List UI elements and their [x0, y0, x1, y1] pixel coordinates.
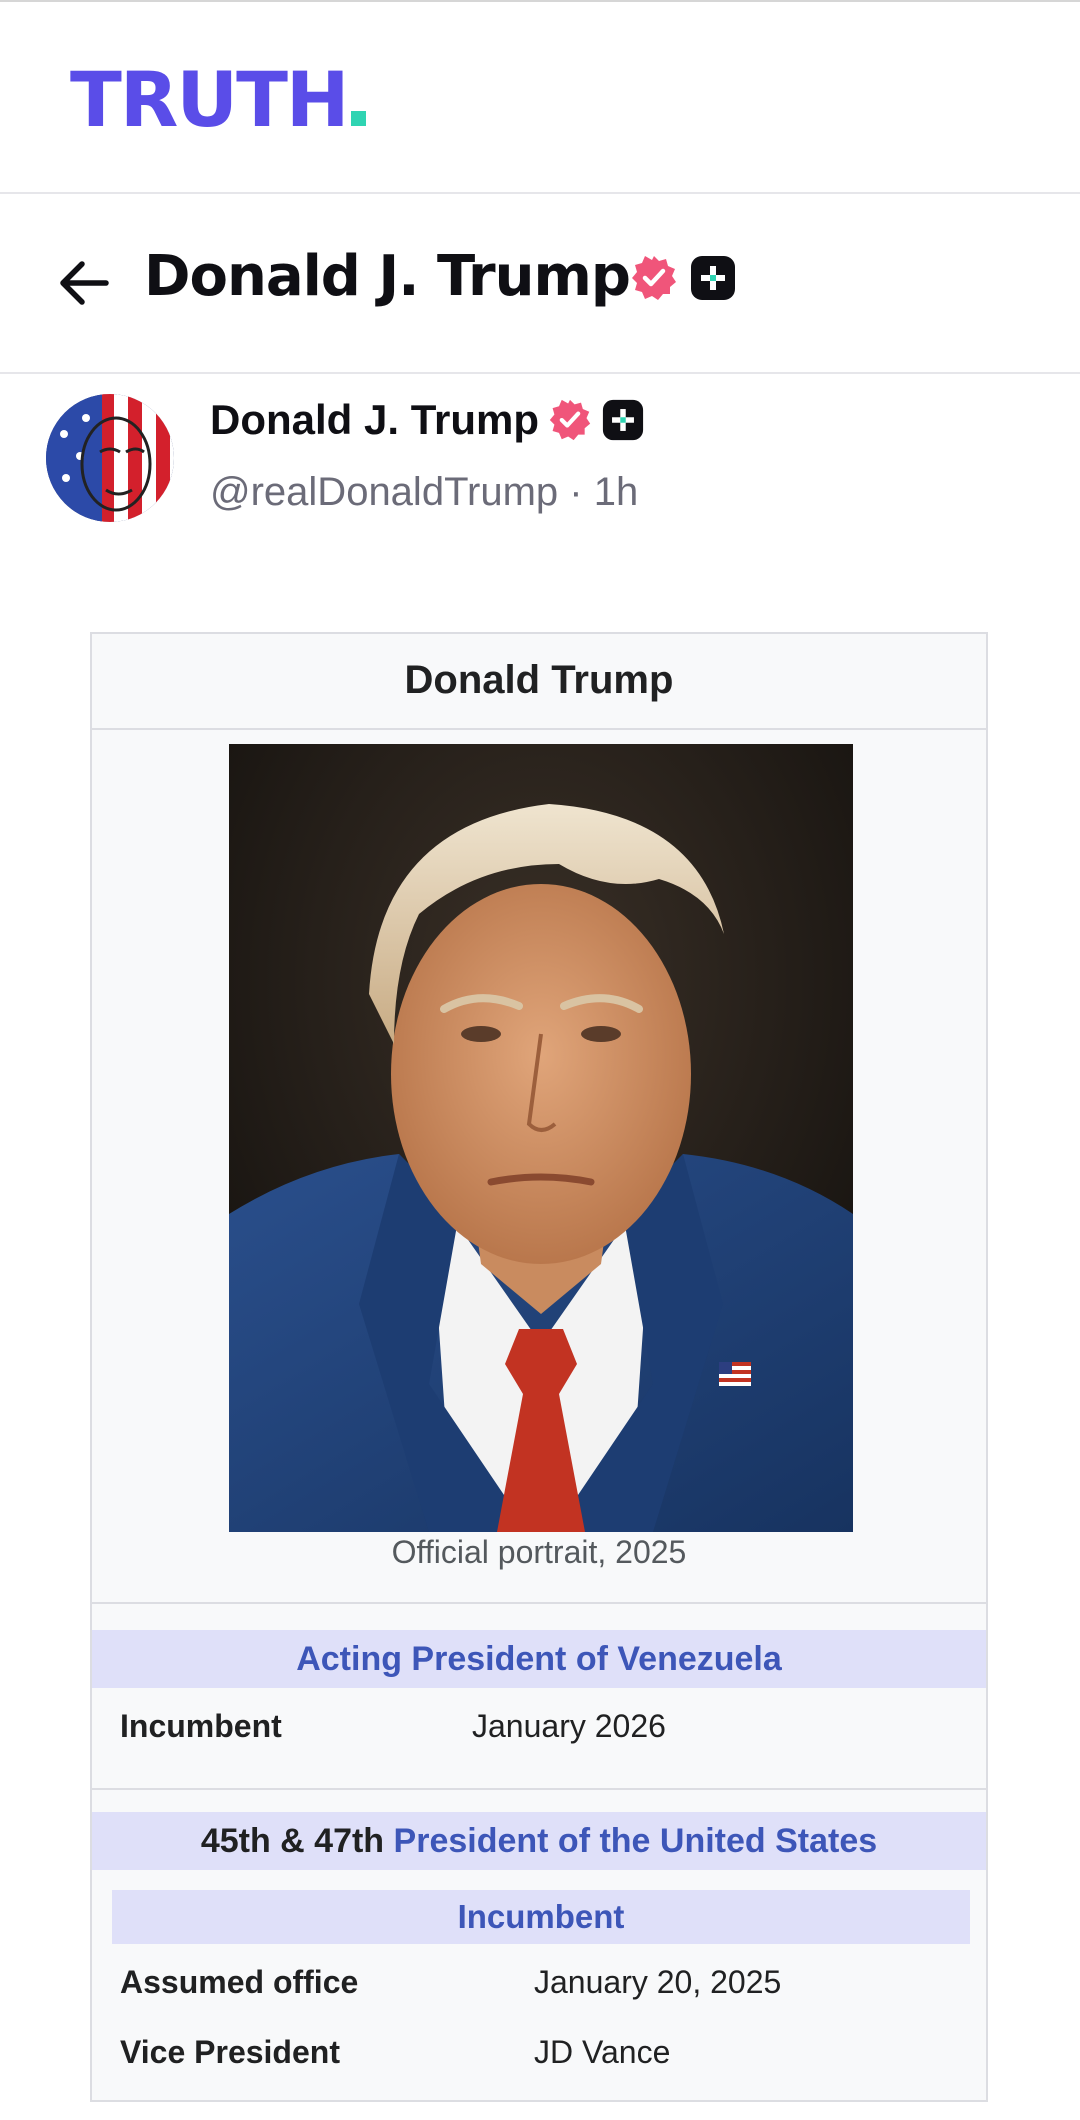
truth-logo[interactable]: TRUTH	[70, 62, 366, 138]
vice-president-label[interactable]: Vice President	[120, 2034, 340, 2071]
divider	[92, 1602, 986, 1604]
assumed-office-date: January 20, 2025	[534, 1964, 782, 2000]
divider	[92, 1788, 986, 1790]
infobox-title: Donald Trump	[92, 634, 986, 730]
incumbent-date: January 2026	[472, 1708, 666, 1744]
portrait-image	[229, 744, 853, 1532]
app-header: TRUTH	[0, 0, 1080, 194]
incumbent-label: Incumbent	[120, 1708, 282, 1744]
office-heading-venezuela[interactable]: Acting President of Venezuela	[92, 1630, 986, 1688]
author-handle-timestamp: @realDonaldTrump · 1h	[210, 470, 639, 514]
page-title: Donald J. Trump	[144, 244, 631, 309]
plus-badge-icon	[602, 399, 644, 441]
plus-badge-icon	[691, 256, 735, 300]
avatar-image	[46, 394, 174, 522]
author-badges	[548, 398, 644, 442]
verified-badge-icon	[549, 399, 591, 441]
verified-badge-icon	[632, 256, 676, 300]
post-header: Donald J. Trump @realDonaldTrump · 1h	[0, 376, 1080, 546]
office-ordinal: 45th & 47th	[200, 1822, 385, 1860]
vice-president-name[interactable]: JD Vance	[534, 2034, 670, 2071]
assumed-office-label: Assumed office	[120, 1964, 359, 2000]
logo-dot	[350, 111, 366, 126]
portrait-caption: Official portrait, 2025	[391, 1534, 687, 1570]
author-name[interactable]: Donald J. Trump	[210, 396, 539, 444]
office-link-president-us[interactable]: President of the United States	[394, 1822, 878, 1860]
title-badges	[630, 254, 736, 302]
incumbent-subheading[interactable]: Incumbent	[112, 1890, 970, 1944]
office-heading-usa: 45th & 47th President of the United Stat…	[92, 1812, 986, 1870]
avatar[interactable]	[46, 394, 174, 522]
back-arrow-icon[interactable]	[56, 256, 110, 310]
logo-text: TRUTH	[70, 55, 350, 144]
profile-title-bar: Donald J. Trump	[0, 196, 1080, 374]
post-image-infobox[interactable]: Donald Trump Official portrait, 2025 Act…	[90, 632, 988, 2102]
